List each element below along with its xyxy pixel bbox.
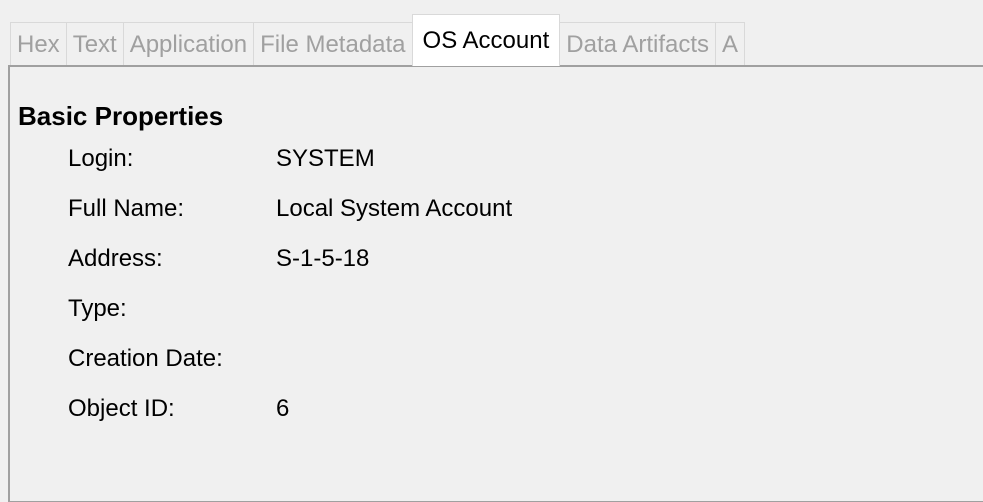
- tab-label: Application: [129, 30, 248, 58]
- tab-label: OS Account: [422, 26, 550, 54]
- property-label: Login:: [68, 145, 134, 172]
- tab-label: File Metadata: [260, 30, 406, 58]
- property-label: Full Name:: [68, 195, 185, 222]
- tab-bar: Hex Text Application File Metadata OS Ac…: [10, 14, 983, 66]
- tab-data-artifacts[interactable]: Data Artifacts: [559, 22, 717, 66]
- section-title: Basic Properties: [18, 101, 224, 131]
- tab-label: Data Artifacts: [566, 30, 710, 58]
- tab-label: Hex: [17, 30, 60, 58]
- property-value: S-1-5-18: [276, 245, 370, 272]
- tab-application[interactable]: Application: [122, 22, 255, 66]
- property-value: Local System Account: [276, 195, 513, 222]
- tab-hex[interactable]: Hex: [10, 22, 67, 66]
- tab-truncated[interactable]: A: [715, 22, 746, 66]
- tab-os-account[interactable]: OS Account: [411, 14, 561, 66]
- property-label: Type:: [68, 295, 127, 322]
- property-value: SYSTEM: [276, 145, 375, 172]
- property-label: Address:: [68, 245, 163, 272]
- property-label: Object ID:: [68, 395, 175, 422]
- tab-label: A: [722, 30, 739, 58]
- os-account-panel: Basic Properties Login: SYSTEM Full Name…: [8, 65, 983, 502]
- tab-label: Text: [72, 30, 117, 58]
- property-value: 6: [276, 395, 290, 422]
- property-label: Creation Date:: [68, 345, 223, 372]
- tab-text[interactable]: Text: [65, 22, 124, 66]
- tab-file-metadata[interactable]: File Metadata: [253, 22, 413, 66]
